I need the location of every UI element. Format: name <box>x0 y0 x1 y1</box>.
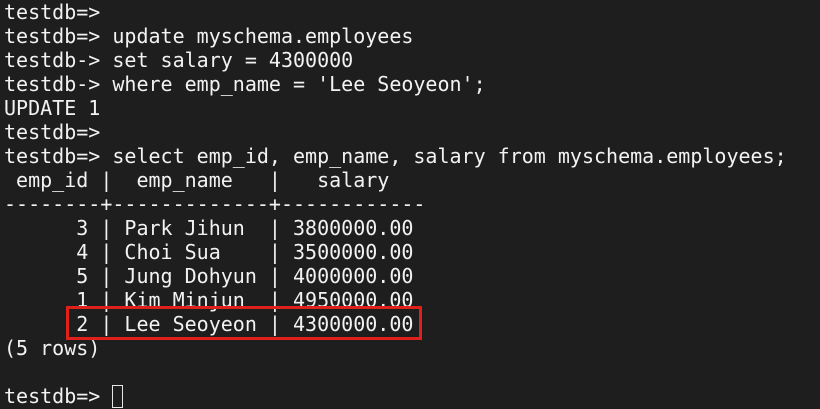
terminal-line: testdb=> select emp_id, emp_name, salary… <box>4 144 787 168</box>
table-row: 3 | Park Jihun | 3800000.00 <box>4 216 414 240</box>
terminal-window[interactable]: testdb=> testdb=> update myschema.employ… <box>0 0 820 409</box>
command-result: UPDATE 1 <box>4 96 101 120</box>
table-row-highlighted: 2 | Lee Seoyeon | 4300000.00 <box>4 312 414 336</box>
table-row: 4 | Choi Sua | 3500000.00 <box>4 240 414 264</box>
text-cursor[interactable] <box>112 385 124 408</box>
terminal-line: testdb-> set salary = 4300000 <box>4 48 354 72</box>
table-header: emp_id | emp_name | salary <box>4 168 390 192</box>
table-row: 1 | Kim Minjun | 4950000.00 <box>4 288 414 312</box>
terminal-line: testdb=> <box>4 120 101 144</box>
table-separator: --------+-------------+------------ <box>4 192 426 216</box>
prompt-text: testdb=> <box>4 384 113 408</box>
terminal-line: testdb=> update myschema.employees <box>4 24 414 48</box>
active-prompt[interactable]: testdb=> <box>4 384 124 408</box>
terminal-line: testdb=> <box>4 0 101 24</box>
row-count: (5 rows) <box>4 336 101 360</box>
query-result-table: emp_id | emp_name | salary --------+----… <box>4 168 820 360</box>
table-row: 5 | Jung Dohyun | 4000000.00 <box>4 264 414 288</box>
terminal-line: testdb-> where emp_name = 'Lee Seoyeon'; <box>4 72 486 96</box>
